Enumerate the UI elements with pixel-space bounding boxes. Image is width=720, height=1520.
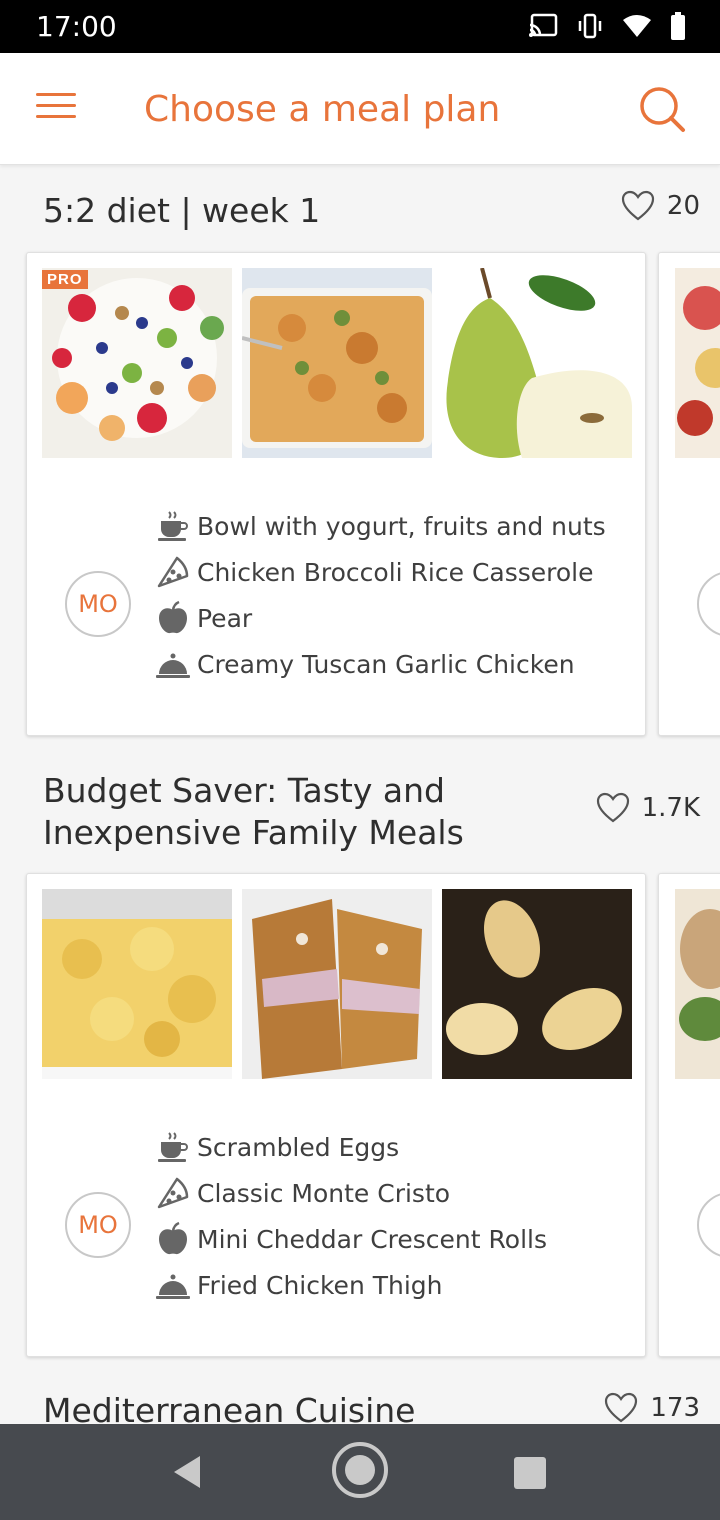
- app-bar: Choose a meal plan: [0, 53, 720, 165]
- meal-photo-lunch: [242, 268, 432, 458]
- meal-photo-snack: [442, 268, 632, 458]
- status-bar: 17:00: [0, 0, 720, 53]
- menu-icon[interactable]: [36, 93, 76, 123]
- like-button[interactable]: 20: [621, 190, 700, 222]
- meal-label: Mini Cheddar Crescent Rolls: [197, 1224, 547, 1254]
- status-icons: [528, 12, 686, 40]
- next-day-card[interactable]: [658, 252, 720, 736]
- heart-icon: [605, 1392, 638, 1423]
- meal-photo-breakfast: PRO: [42, 268, 232, 458]
- pizza-slice-icon: [157, 556, 189, 588]
- list-item: Scrambled Eggs: [155, 1124, 547, 1170]
- meal-photo-lunch: [242, 889, 432, 1079]
- heart-icon: [596, 792, 629, 823]
- meal-label: Classic Monte Cristo: [197, 1178, 451, 1208]
- list-item: Chicken Broccoli Rice Casserole: [155, 549, 606, 595]
- status-time: 17:00: [36, 10, 117, 43]
- list-item: Bowl with yogurt, fruits and nuts: [155, 503, 606, 549]
- meal-list: Scrambled Eggs Classic Monte Cristo Mini…: [155, 1124, 547, 1308]
- page-title: Choose a meal plan: [144, 89, 501, 130]
- search-icon[interactable]: [638, 85, 686, 133]
- meal-photo-snack: [442, 889, 632, 1079]
- meal-label: Bowl with yogurt, fruits and nuts: [197, 511, 606, 541]
- heart-icon: [621, 190, 655, 221]
- meal-label: Chicken Broccoli Rice Casserole: [197, 557, 594, 587]
- cloche-icon: [156, 1274, 190, 1299]
- like-button[interactable]: 173: [604, 1392, 700, 1424]
- back-icon[interactable]: [170, 1454, 204, 1490]
- day-badge: MO: [65, 1192, 131, 1258]
- coffee-cup-icon: [158, 1132, 188, 1162]
- cloche-icon: [156, 653, 190, 678]
- list-item: Creamy Tuscan Garlic Chicken: [155, 641, 606, 687]
- meal-day-card[interactable]: MO Scrambled Eggs Classic Monte Cristo M…: [26, 873, 646, 1357]
- meal-plan-list[interactable]: 5:2 diet | week 1 20 PRO MO Bowl with yo…: [0, 166, 720, 1424]
- pro-badge: PRO: [42, 270, 88, 289]
- cast-icon: [529, 13, 558, 37]
- plan-title: 5:2 diet | week 1: [43, 191, 321, 230]
- meal-label: Creamy Tuscan Garlic Chicken: [197, 649, 575, 679]
- next-day-card[interactable]: [658, 873, 720, 1357]
- list-item: Pear: [155, 595, 606, 641]
- day-badge: MO: [65, 571, 131, 637]
- plan-title: Mediterranean Cuisine: [43, 1391, 416, 1424]
- coffee-cup-icon: [158, 511, 188, 541]
- meal-photo: [675, 889, 720, 1079]
- recent-apps-icon[interactable]: [514, 1457, 546, 1489]
- wifi-icon: [623, 15, 651, 37]
- apple-icon: [159, 1221, 187, 1255]
- like-count: 20: [666, 191, 700, 221]
- plan-title: Budget Saver: Tasty and Inexpensive Fami…: [43, 771, 464, 852]
- like-count: 1.7K: [641, 793, 700, 823]
- like-button[interactable]: 1.7K: [596, 792, 700, 824]
- list-item: Classic Monte Cristo: [155, 1170, 547, 1216]
- meal-label: Fried Chicken Thigh: [197, 1270, 443, 1300]
- meal-list: Bowl with yogurt, fruits and nuts Chicke…: [155, 503, 606, 687]
- meal-label: Scrambled Eggs: [197, 1132, 400, 1162]
- meal-day-card[interactable]: PRO MO Bowl with yogurt, fruits and nuts…: [26, 252, 646, 736]
- meal-label: Pear: [197, 603, 253, 633]
- meal-photo: [675, 268, 720, 458]
- vibrate-icon: [578, 13, 602, 39]
- like-count: 173: [650, 1393, 700, 1423]
- meal-photo-breakfast: [42, 889, 232, 1079]
- apple-icon: [159, 600, 187, 634]
- battery-icon: [671, 12, 685, 40]
- list-item: Mini Cheddar Crescent Rolls: [155, 1216, 547, 1262]
- system-nav-bar: [0, 1424, 720, 1520]
- list-item: Fried Chicken Thigh: [155, 1262, 547, 1308]
- pizza-slice-icon: [157, 1177, 189, 1209]
- home-icon[interactable]: [330, 1440, 390, 1500]
